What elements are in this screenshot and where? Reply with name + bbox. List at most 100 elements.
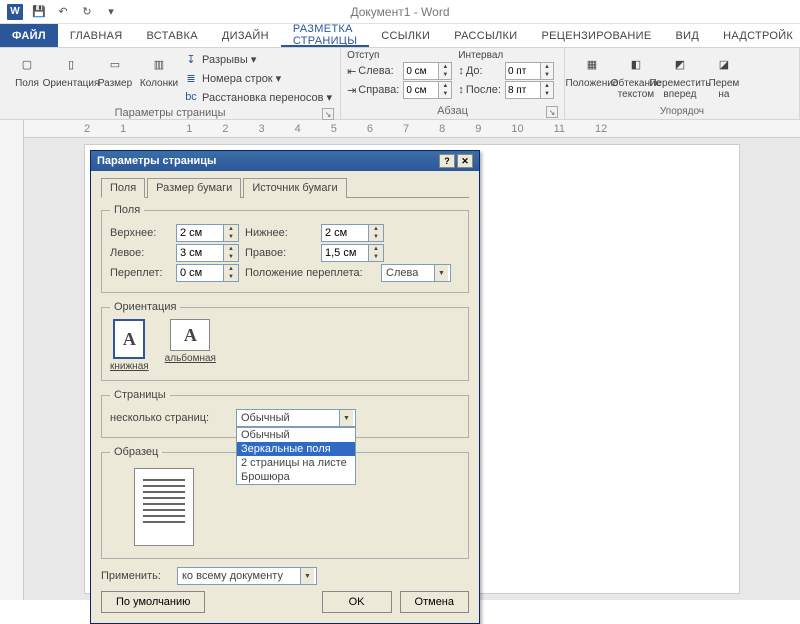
document-title: Документ1 - Word xyxy=(350,5,449,19)
breaks-button[interactable]: ↧Разрывы ▾ xyxy=(182,50,334,68)
multiple-pages-dropdown: Обычный Зеркальные поля 2 страницы на ли… xyxy=(236,427,356,485)
breaks-icon: ↧ xyxy=(184,52,198,66)
page-setup-dialog: Параметры страницы ? ✕ Поля Размер бумаг… xyxy=(90,150,480,624)
orientation-portrait[interactable]: A книжная xyxy=(110,319,149,372)
spacing-header: Интервал xyxy=(458,50,558,61)
indent-left-label: ⇤Слева: xyxy=(347,65,399,78)
dropdown-option[interactable]: Зеркальные поля xyxy=(237,442,355,456)
vertical-ruler[interactable] xyxy=(0,120,24,600)
cancel-button[interactable]: Отмена xyxy=(400,591,469,613)
ribbon: ▢Поля ▯Ориентация ▭Размер ▥Колонки ↧Разр… xyxy=(0,48,800,120)
spacing-after-input[interactable]: ▲▼ xyxy=(505,81,554,99)
group-label-page-setup: Параметры страницы↘ xyxy=(6,106,334,121)
spacing-before-label: ↕До: xyxy=(458,65,501,77)
pages-fieldset: Страницы несколько страниц: Обычный▼ Обы… xyxy=(101,389,469,438)
margin-right-label: Правое: xyxy=(245,247,315,259)
chevron-down-icon[interactable]: ▼ xyxy=(300,568,314,584)
indent-right-input[interactable]: ▲▼ xyxy=(403,81,452,99)
tab-references[interactable]: ССЫЛКИ xyxy=(369,24,442,47)
chevron-down-icon[interactable]: ▼ xyxy=(339,410,353,426)
dropdown-option[interactable]: Обычный xyxy=(237,428,355,442)
undo-icon[interactable]: ↶ xyxy=(52,2,74,22)
columns-button[interactable]: ▥Колонки xyxy=(138,50,180,91)
dialog-title: Параметры страницы xyxy=(97,155,216,167)
spin-down-icon[interactable]: ▼ xyxy=(439,71,451,79)
hyphenation-button[interactable]: bcРасстановка переносов ▾ xyxy=(182,88,334,106)
spacing-before-icon: ↕ xyxy=(458,65,464,77)
dialog-title-bar[interactable]: Параметры страницы ? ✕ xyxy=(91,151,479,171)
orientation-button[interactable]: ▯Ориентация xyxy=(50,50,92,91)
dropdown-option[interactable]: Брошюра xyxy=(237,470,355,484)
indent-right-icon: ⇥ xyxy=(347,84,356,97)
gutter-label: Переплет: xyxy=(110,267,170,279)
margin-right-input[interactable]: ▲▼ xyxy=(321,244,384,262)
dialog-tabs: Поля Размер бумаги Источник бумаги xyxy=(101,177,469,198)
group-page-setup: ▢Поля ▯Ориентация ▭Размер ▥Колонки ↧Разр… xyxy=(0,48,341,119)
spacing-after-label: ↕После: xyxy=(458,84,501,96)
multiple-pages-select[interactable]: Обычный▼ xyxy=(236,409,356,427)
horizontal-ruler[interactable]: 21123456789101112 xyxy=(24,120,800,138)
redo-icon[interactable]: ↻ xyxy=(76,2,98,22)
tab-review[interactable]: РЕЦЕНЗИРОВАНИЕ xyxy=(529,24,663,47)
help-icon[interactable]: ? xyxy=(439,154,455,168)
position-icon: ▦ xyxy=(578,52,606,76)
indent-header: Отступ xyxy=(347,50,456,61)
size-icon: ▭ xyxy=(101,52,129,76)
dialog-tab-layout[interactable]: Источник бумаги xyxy=(243,178,346,198)
margin-top-input[interactable]: ▲▼ xyxy=(176,224,239,242)
tab-addins[interactable]: НАДСТРОЙК xyxy=(711,24,800,47)
indent-left-input[interactable]: ▲▼ xyxy=(403,62,452,80)
line-numbers-icon: ≣ xyxy=(184,71,198,85)
page-setup-launcher-icon[interactable]: ↘ xyxy=(322,108,334,120)
tab-home[interactable]: ГЛАВНАЯ xyxy=(58,24,135,47)
margins-icon: ▢ xyxy=(13,52,41,76)
tab-insert[interactable]: ВСТАВКА xyxy=(134,24,209,47)
indent-left-icon: ⇤ xyxy=(347,65,356,78)
margins-fieldset: Поля Верхнее: ▲▼ Нижнее: ▲▼ Левое: ▲▼ Пр… xyxy=(101,204,469,293)
title-bar: W 💾 ↶ ↻ ▾ Документ1 - Word xyxy=(0,0,800,24)
send-backward-button[interactable]: ◪Перем на xyxy=(703,50,745,102)
paragraph-launcher-icon[interactable]: ↘ xyxy=(546,106,558,118)
tab-page-layout[interactable]: РАЗМЕТКА СТРАНИЦЫ xyxy=(281,24,369,47)
tab-design[interactable]: ДИЗАЙН xyxy=(210,24,281,47)
backward-icon: ◪ xyxy=(710,52,738,76)
save-icon[interactable]: 💾 xyxy=(28,2,50,22)
ok-button[interactable]: OK xyxy=(322,591,392,613)
dialog-tab-margins[interactable]: Поля xyxy=(101,178,145,198)
forward-icon: ◩ xyxy=(666,52,694,76)
orientation-landscape[interactable]: A альбомная xyxy=(165,319,216,372)
group-arrange: ▦Положение ◧Обтекание текстом ◩Перемести… xyxy=(565,48,800,119)
wrap-icon: ◧ xyxy=(622,52,650,76)
spin-up-icon[interactable]: ▲ xyxy=(439,63,451,71)
group-label-paragraph: Абзац↘ xyxy=(347,104,558,119)
chevron-down-icon[interactable]: ▼ xyxy=(434,265,448,281)
apply-to-select[interactable]: ко всему документу▼ xyxy=(177,567,317,585)
spacing-before-input[interactable]: ▲▼ xyxy=(505,62,554,80)
size-button[interactable]: ▭Размер xyxy=(94,50,136,91)
margin-left-input[interactable]: ▲▼ xyxy=(176,244,239,262)
spacing-after-icon: ↕ xyxy=(458,84,464,96)
tab-view[interactable]: ВИД xyxy=(663,24,711,47)
hyphenation-icon: bc xyxy=(184,90,198,104)
close-icon[interactable]: ✕ xyxy=(457,154,473,168)
tab-mailings[interactable]: РАССЫЛКИ xyxy=(442,24,529,47)
dialog-tab-paper[interactable]: Размер бумаги xyxy=(147,178,241,198)
apply-to-label: Применить: xyxy=(101,570,171,582)
indent-right-label: ⇥Справа: xyxy=(347,84,399,97)
margin-top-label: Верхнее: xyxy=(110,227,170,239)
dropdown-option[interactable]: 2 страницы на листе xyxy=(237,456,355,470)
preview-thumbnail xyxy=(134,468,194,546)
position-button[interactable]: ▦Положение xyxy=(571,50,613,91)
margin-bottom-label: Нижнее: xyxy=(245,227,315,239)
margin-bottom-input[interactable]: ▲▼ xyxy=(321,224,384,242)
qat-more-icon[interactable]: ▾ xyxy=(100,2,122,22)
gutter-position-select[interactable]: Слева▼ xyxy=(381,264,451,282)
bring-forward-button[interactable]: ◩Переместить вперед xyxy=(659,50,701,102)
columns-icon: ▥ xyxy=(145,52,173,76)
orientation-icon: ▯ xyxy=(57,52,85,76)
line-numbers-button[interactable]: ≣Номера строк ▾ xyxy=(182,69,334,87)
multiple-pages-label: несколько страниц: xyxy=(110,412,230,424)
tab-file[interactable]: ФАЙЛ xyxy=(0,24,58,47)
gutter-input[interactable]: ▲▼ xyxy=(176,264,239,282)
defaults-button[interactable]: По умолчанию xyxy=(101,591,205,613)
